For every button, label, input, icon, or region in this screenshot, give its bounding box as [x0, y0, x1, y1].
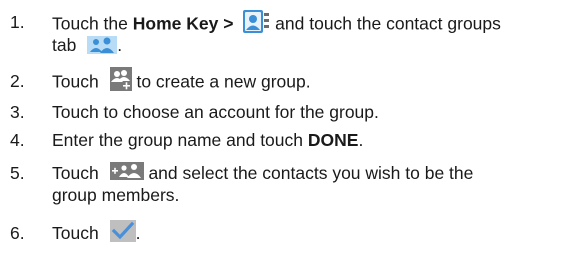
- step-text: Enter the group name and touch DONE.: [52, 130, 364, 150]
- step-text: Touch to choose an account for the group…: [52, 102, 379, 122]
- add-group-icon: [109, 67, 132, 91]
- home-key-label: Home Key >: [132, 13, 234, 34]
- step-number: 6.: [10, 223, 25, 243]
- step-number: 3.: [10, 102, 25, 122]
- step-text: Touch .: [52, 220, 572, 245]
- contacts-app-icon: [242, 9, 270, 35]
- step-text: Touch and select the contacts you wish t…: [52, 162, 474, 183]
- step-number: 1.: [10, 12, 25, 32]
- add-members-icon: [109, 162, 144, 181]
- step-number: 5.: [10, 163, 25, 183]
- contact-groups-tab-icon: [87, 36, 118, 55]
- step-number: 4.: [10, 130, 25, 150]
- checkmark-icon: [109, 220, 136, 243]
- instruction-list: 1. Touch the Home Key > and touch the co…: [0, 0, 578, 267]
- done-label: DONE: [307, 130, 359, 150]
- step-text: Touch to create a new group.: [52, 67, 572, 95]
- step-number: 2.: [10, 71, 25, 91]
